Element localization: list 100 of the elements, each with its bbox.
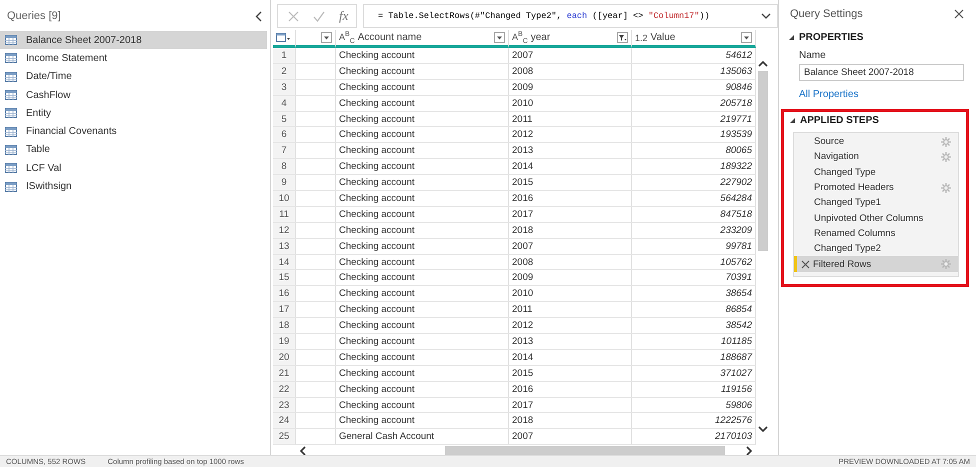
table-cell: 70391	[632, 270, 756, 286]
table-cell: Checking account	[336, 112, 509, 128]
scrollbar-thumb[interactable]	[445, 446, 725, 455]
row-number: 13	[273, 238, 296, 255]
chevron-left-icon[interactable]	[255, 10, 262, 22]
dropdown-icon[interactable]	[321, 32, 332, 43]
dropdown-icon[interactable]	[741, 32, 752, 43]
table-cell: Checking account	[336, 238, 509, 255]
filter-dropdown-icon[interactable]	[617, 32, 628, 43]
close-icon[interactable]	[954, 9, 964, 19]
table-icon	[5, 72, 17, 82]
query-item[interactable]: Table	[0, 140, 267, 160]
type-label[interactable]: 1.2	[635, 32, 648, 42]
table-cell	[296, 302, 336, 318]
query-item[interactable]: Date/Time	[0, 68, 267, 86]
table-cell: 2013	[509, 143, 632, 160]
table-icon	[5, 182, 17, 192]
checkmark-icon[interactable]	[313, 10, 325, 22]
query-item[interactable]: Financial Covenants	[0, 122, 267, 141]
table-cell: 193539	[632, 127, 756, 144]
query-item[interactable]: Entity	[0, 104, 267, 122]
table-cell: 189322	[632, 159, 756, 176]
table-cell	[296, 254, 336, 270]
chevron-down-icon[interactable]	[761, 12, 771, 20]
panel-title: Queries [9]	[7, 10, 61, 22]
row-number: 6	[273, 127, 296, 144]
table-cell: 2013	[509, 334, 632, 350]
scrollbar-thumb[interactable]	[758, 71, 768, 251]
table-cell: 2007	[509, 48, 632, 64]
row-number: 1	[273, 48, 296, 64]
table-cell	[296, 143, 336, 160]
query-item[interactable]: ISwithsign	[0, 177, 267, 196]
query-item[interactable]: CashFlow	[0, 86, 267, 104]
table-cell: 119156	[632, 382, 756, 398]
collapse-triangle-icon[interactable]	[789, 35, 794, 40]
table-icon	[5, 35, 17, 46]
scroll-right-icon[interactable]	[746, 446, 753, 455]
query-item[interactable]: Balance Sheet 2007-2018	[0, 31, 267, 50]
all-properties-link[interactable]: All Properties	[799, 89, 858, 100]
table-cell: 219771	[632, 112, 756, 128]
table-cell	[296, 175, 336, 192]
table-cell	[296, 286, 336, 302]
column-header[interactable]: 1.2 Value	[632, 30, 756, 48]
table-cell: 188687	[632, 350, 756, 366]
table-cell: Checking account	[336, 159, 509, 176]
table-icon	[5, 163, 17, 174]
row-number: 25	[273, 429, 296, 446]
applied-step[interactable]: Source	[794, 134, 958, 150]
applied-step[interactable]: Changed Type2	[794, 241, 958, 256]
applied-step[interactable]: Navigation	[794, 149, 958, 165]
row-number: 3	[273, 80, 296, 96]
table-cell: 2018	[509, 413, 632, 430]
dropdown-icon[interactable]	[494, 32, 505, 43]
row-number: 5	[273, 112, 296, 128]
table-cell: Checking account	[336, 318, 509, 334]
row-number: 20	[273, 350, 296, 366]
delete-icon[interactable]	[801, 260, 810, 269]
table-cell: Checking account	[336, 366, 509, 382]
collapse-triangle-icon[interactable]	[790, 118, 795, 123]
applied-step[interactable]: Filtered Rows	[794, 256, 958, 272]
table-icon	[5, 90, 17, 100]
table-cell: 2015	[509, 175, 632, 192]
function-button[interactable]: fx	[339, 8, 348, 24]
applied-step[interactable]: Renamed Columns	[794, 226, 958, 242]
applied-step[interactable]: Changed Type1	[794, 195, 958, 210]
table-cell: 371027	[632, 366, 756, 382]
row-number: 12	[273, 222, 296, 239]
query-item[interactable]: LCF Val	[0, 159, 267, 178]
table-cell	[296, 382, 336, 398]
table-cell: 90846	[632, 80, 756, 96]
name-field[interactable]: Balance Sheet 2007-2018	[799, 64, 964, 81]
table-cell	[296, 366, 336, 382]
scroll-down-icon[interactable]	[758, 426, 768, 434]
scroll-up-icon[interactable]	[758, 60, 768, 67]
row-number: 8	[273, 159, 296, 176]
table-cell: 2009	[509, 270, 632, 286]
table-cell	[296, 112, 336, 128]
table-menu-icon[interactable]	[276, 33, 290, 42]
row-number: 18	[273, 318, 296, 334]
applied-step[interactable]: Changed Type	[794, 164, 958, 180]
table-cell: Checking account	[336, 413, 509, 430]
table-cell	[296, 429, 336, 446]
column-header[interactable]: A$^{B}$$_{C}$ year	[509, 30, 632, 48]
table-cell	[296, 191, 336, 207]
table-cell: 2014	[509, 159, 632, 176]
table-cell	[296, 350, 336, 366]
scroll-left-icon[interactable]	[299, 446, 306, 455]
row-number: 7	[273, 143, 296, 160]
table-cell: Checking account	[336, 270, 509, 286]
query-item[interactable]: Income Statement	[0, 49, 267, 68]
applied-step[interactable]: Unpivoted Other Columns	[794, 210, 958, 226]
table-cell: 205718	[632, 96, 756, 112]
applied-step[interactable]: Promoted Headers	[794, 180, 958, 196]
table-cell	[296, 413, 336, 430]
column-header[interactable]: A$^{B}$$_{C}$ Account name	[336, 30, 509, 48]
table-cell: 2016	[509, 382, 632, 398]
table-cell	[296, 318, 336, 334]
table-cell	[296, 222, 336, 239]
table-icon	[5, 108, 17, 118]
formula-field[interactable]: = Table.SelectRows(#"Changed Type2", each ([year] <> "Column17"))	[363, 4, 778, 28]
